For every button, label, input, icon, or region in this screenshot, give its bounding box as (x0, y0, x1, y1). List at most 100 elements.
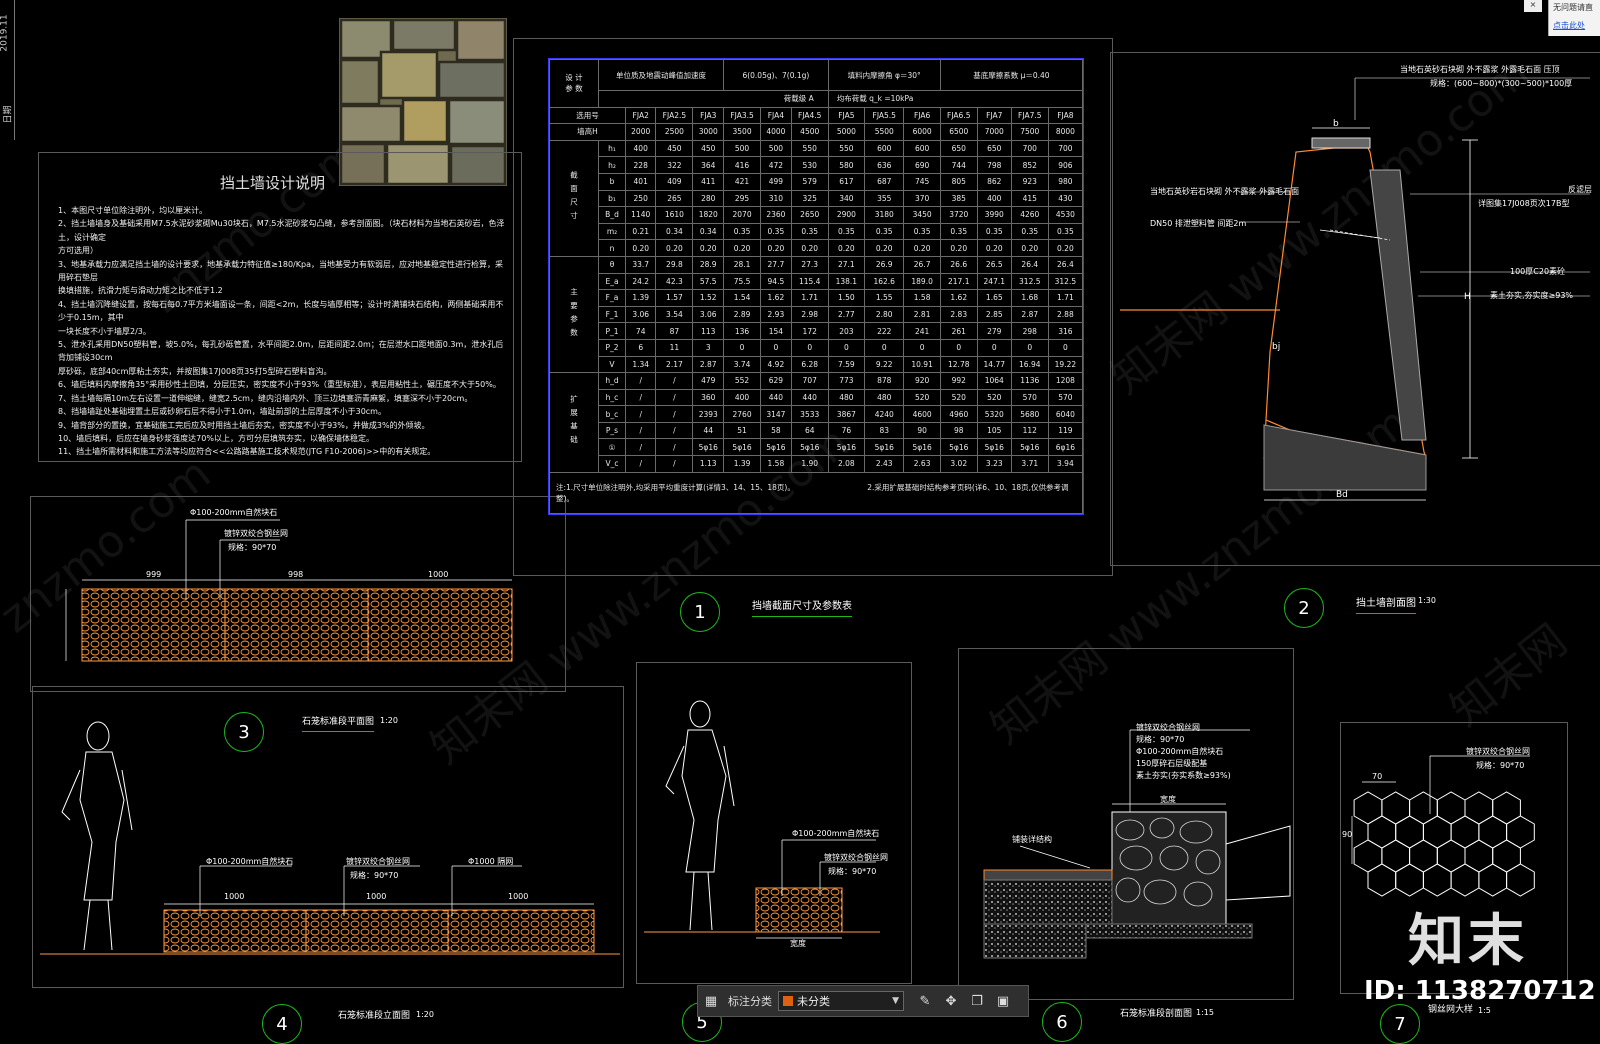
table-cell: 385 (939, 189, 978, 208)
table-cell: 0 (1047, 338, 1084, 357)
table-cell: / (655, 421, 694, 440)
spec-note: 5、泄水孔采用DN50塑料管，坡5.0%，每孔砂砾管置，水平间距2.0m，层距间… (58, 340, 504, 363)
table-cell: FJA2 (624, 106, 657, 125)
table-cell: 5φ16 (827, 438, 866, 457)
table-cell: 2.63 (903, 455, 941, 473)
spec-note: 一块长度不小于墙厚2/3。 (58, 326, 151, 336)
table-cell: 325 (790, 189, 829, 208)
plan-dim: 999 (146, 570, 162, 579)
annotation-toolbar: ▦ 标注分类 未分类 ▼ ✎ ✥ ❐ ▣ (697, 985, 1029, 1017)
table-cell: 0.20 (624, 239, 657, 257)
chevron-down-icon: ▼ (892, 996, 899, 1006)
close-icon[interactable]: × (1524, 0, 1542, 12)
table-cell: 10.91 (903, 355, 941, 374)
row-label: h_c (598, 388, 626, 407)
table-row: 墙高H 2000 2500 3000 3500 4000 4500 5000 5500 6000 6… (549, 123, 1084, 141)
table-cell: 2.87 (692, 355, 725, 374)
table-cell: 401 (624, 172, 657, 191)
grid-icon[interactable]: ▦ (698, 989, 724, 1013)
copy-icon[interactable]: ❐ (964, 989, 990, 1013)
table-cell: 3533 (790, 405, 829, 423)
edit-icon[interactable]: ✎ (912, 989, 938, 1013)
table-cell: 2.08 (827, 455, 866, 473)
table-cell: 222 (863, 322, 905, 340)
paste-icon[interactable]: ▣ (990, 989, 1016, 1013)
row-label: h_d (598, 372, 626, 390)
table-cell: FJA2.5 (655, 106, 694, 125)
mesh-label: 规格：90*70 (1476, 761, 1525, 770)
table-cell: 1208 (1047, 372, 1084, 390)
table-cell: / (624, 405, 657, 423)
table-cell: 295 (723, 189, 762, 208)
table-row: b 401 409 411 421 499 579 617 687 745 805 862 923 980 (550, 172, 1084, 191)
table-cell: 76 (827, 421, 866, 440)
row-label: ① (598, 438, 626, 457)
table-row: B_d 1140 1610 1820 2070 2360 2650 2900 3180 3450 3… (550, 206, 1084, 224)
table-cell: / (655, 455, 694, 473)
table-cell: 3000 (692, 123, 725, 141)
wall-dim-bd: Bd (1336, 490, 1348, 500)
table-cell: 24.2 (624, 272, 657, 291)
help-link[interactable]: 点击此处 (1553, 20, 1585, 31)
table-cell: 3.74 (723, 355, 762, 374)
row-label: V (598, 355, 626, 374)
table-cell: 906 (1047, 156, 1084, 174)
section-scale: 1:20 (416, 1010, 434, 1019)
table-cell: 617 (827, 172, 866, 191)
table-cell: 1.50 (827, 289, 866, 307)
table-cell: 862 (976, 172, 1012, 191)
table-cell: 2360 (760, 206, 792, 224)
table-cell: 923 (1010, 172, 1049, 191)
table-cell: 421 (723, 172, 762, 191)
table-cell: 579 (790, 172, 829, 191)
table-cell: 261 (939, 322, 978, 340)
table-cell: FJA3 (692, 106, 725, 125)
table-cell: 0.34 (692, 222, 725, 241)
table-cell: 0.35 (760, 222, 792, 241)
table-cell: 5φ16 (692, 438, 725, 457)
table-cell: 138.1 (827, 272, 866, 291)
table-cell: 650 (976, 139, 1012, 158)
table-cell: 1.58 (760, 455, 792, 473)
table-cell: 0.35 (723, 222, 762, 241)
section-title: 石笼标准段剖面图 (1120, 1009, 1193, 1019)
table-cell: 1.57 (655, 289, 694, 307)
table-cell: 0.35 (939, 222, 978, 241)
table-cell: 2.43 (863, 455, 905, 473)
table-cell: 600 (903, 139, 941, 158)
table-cell: 57.5 (692, 272, 725, 291)
table-cell: 64 (790, 421, 829, 440)
move-icon[interactable]: ✥ (938, 989, 964, 1013)
table-cell: 629 (760, 372, 792, 390)
table-cell: 520 (976, 388, 1012, 407)
table-cell: 0.20 (692, 239, 725, 257)
table-header-cell: 均布荷载 q_k =10kPa (827, 90, 1084, 108)
elev-dim: 1000 (366, 892, 387, 901)
table-cell: 636 (863, 156, 905, 174)
table-cell: 29.8 (655, 255, 694, 274)
table-cell: 570 (1047, 388, 1084, 407)
table-cell: 1.68 (1010, 289, 1049, 307)
category-select[interactable]: 未分类 ▼ (778, 991, 904, 1011)
table-cell: 27.1 (827, 255, 866, 274)
elev-dim: 1000 (224, 892, 245, 901)
spec-note: 7、挡土墙每隔10m左右设置一道伸缩缝，缝宽2.5cm，缝内沿墙内外、顶三边填塞… (58, 393, 473, 403)
table-cell: 500 (723, 139, 762, 158)
table-cell: FJA7 (976, 106, 1012, 125)
wall-label: DN50 排泄塑料管 间距2m (1150, 219, 1247, 228)
table-cell: 2000 (624, 123, 657, 141)
table-row: V 1.34 2.17 2.87 3.74 4.92 6.28 7.59 9.22 10.91 12… (550, 355, 1084, 374)
table-cell: / (624, 388, 657, 407)
table-cell: 700 (1047, 139, 1084, 158)
wall-label: 反滤层 (1568, 185, 1592, 194)
wall-label: 当地石英砂石块砌 外不露浆 外露毛石面 压顶 (1400, 65, 1560, 74)
table-cell: 12.78 (939, 355, 978, 374)
table-row: m₂ 0.21 0.34 0.34 0.35 0.35 0.35 0.35 0.35 0.35 0.… (550, 222, 1084, 241)
table-cell: 1820 (692, 206, 725, 224)
table-cell: 8000 (1047, 123, 1084, 141)
table-cell: 2.88 (1047, 305, 1084, 324)
sec6-label: 铺装详结构 (1012, 835, 1052, 844)
table-cell: / (624, 372, 657, 390)
table-cell: 0 (976, 338, 1012, 357)
help-popup[interactable]: 无问题请直 点击此处 (1548, 0, 1600, 36)
